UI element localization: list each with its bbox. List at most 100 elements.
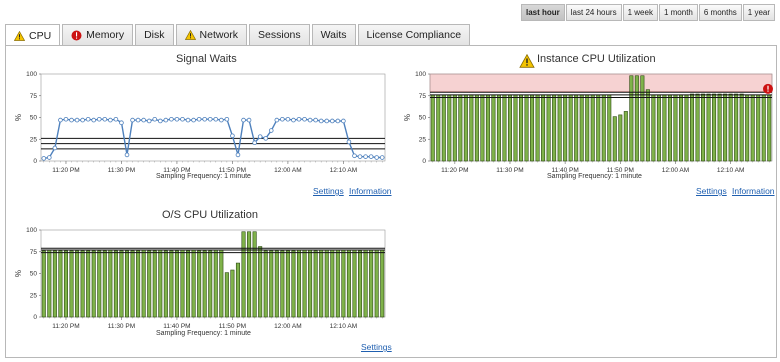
bar xyxy=(358,250,363,318)
data-point xyxy=(274,117,280,123)
range-1-week[interactable]: 1 week xyxy=(622,4,658,21)
bar xyxy=(530,94,535,162)
bar xyxy=(208,250,213,318)
data-point xyxy=(341,118,346,124)
bar xyxy=(230,269,235,318)
x-tick-label: 12:10 AM xyxy=(330,167,357,174)
y-tick-label: 75 xyxy=(419,93,427,100)
tab-network[interactable]: Network xyxy=(175,24,248,45)
bar xyxy=(645,89,650,162)
range-6-months[interactable]: 6 months xyxy=(698,4,742,21)
settings-link[interactable]: Settings xyxy=(313,186,344,196)
bar xyxy=(202,250,207,318)
data-point xyxy=(219,117,224,123)
sampling-frequency: Sampling Frequency: 1 minute xyxy=(547,173,642,180)
data-point xyxy=(252,140,257,146)
data-point xyxy=(318,118,324,124)
bar xyxy=(258,246,263,318)
bar xyxy=(274,250,279,318)
bar xyxy=(739,93,744,162)
bar xyxy=(374,249,379,318)
bar xyxy=(695,93,700,162)
range-last-24-hours[interactable]: last 24 hours xyxy=(565,4,622,21)
bar xyxy=(269,250,274,318)
tab-sessions[interactable]: Sessions xyxy=(249,24,310,45)
data-point xyxy=(96,116,102,122)
bar xyxy=(52,250,57,318)
bar xyxy=(58,250,63,318)
data-point xyxy=(196,116,202,122)
data-point xyxy=(169,116,174,122)
y-tick-label: 100 xyxy=(415,71,426,78)
bar xyxy=(191,249,196,318)
y-tick-label: 75 xyxy=(30,249,38,256)
data-point xyxy=(180,116,185,122)
data-point xyxy=(191,117,196,123)
range-1-month[interactable]: 1 month xyxy=(658,4,698,21)
tab-license-compliance[interactable]: License Compliance xyxy=(357,24,471,45)
data-point xyxy=(329,118,335,124)
tab-memory[interactable]: Memory xyxy=(62,24,134,45)
bar xyxy=(335,249,340,318)
sampling-frequency: Sampling Frequency: 1 minute xyxy=(156,330,251,337)
data-point xyxy=(246,117,252,123)
data-point xyxy=(108,117,113,123)
tab-disk[interactable]: Disk xyxy=(135,24,174,45)
data-point xyxy=(119,120,124,126)
data-point xyxy=(363,154,368,159)
tab-waits[interactable]: Waits xyxy=(311,24,356,45)
bar xyxy=(612,116,617,162)
data-point xyxy=(58,117,63,123)
bar xyxy=(717,93,722,162)
bar xyxy=(436,94,441,162)
data-point xyxy=(379,155,385,160)
bar xyxy=(313,250,318,318)
bar xyxy=(574,94,579,162)
data-point xyxy=(346,139,352,145)
data-point xyxy=(163,117,169,123)
bar xyxy=(640,75,645,162)
bar xyxy=(601,94,606,162)
x-tick-label: 12:00 AM xyxy=(274,323,301,330)
y-tick-label: 50 xyxy=(30,115,38,122)
bar xyxy=(734,93,739,162)
cpu-panel: Signal Waits 0 25 50 75 100% 11:20 PM 11:30 PM… xyxy=(5,45,777,358)
x-tick-label: 12:10 AM xyxy=(717,167,744,174)
bar xyxy=(507,94,512,162)
tab-cpu[interactable]: CPU xyxy=(5,24,61,46)
y-tick-label: 0 xyxy=(422,158,426,165)
bar xyxy=(158,249,163,318)
data-point xyxy=(113,116,119,122)
x-tick-label: 11:20 PM xyxy=(52,167,79,174)
bar xyxy=(102,250,107,318)
sampling-frequency: Sampling Frequency: 1 minute xyxy=(156,173,251,180)
settings-link[interactable]: Settings xyxy=(696,186,727,196)
data-point xyxy=(291,117,296,123)
range-last-hour[interactable]: last hour xyxy=(521,4,565,21)
bar xyxy=(463,94,468,162)
bar xyxy=(285,250,290,318)
range-1-year[interactable]: 1 year xyxy=(742,4,775,21)
bar xyxy=(252,231,257,318)
bar xyxy=(369,249,374,318)
data-point xyxy=(74,117,80,123)
bar xyxy=(756,94,761,162)
y-tick-label: 0 xyxy=(33,314,37,321)
data-point xyxy=(296,116,302,122)
y-tick-label: 25 xyxy=(30,292,38,299)
data-point xyxy=(268,128,274,133)
bar xyxy=(186,250,191,318)
bar xyxy=(524,94,529,162)
x-tick-label: 11:20 PM xyxy=(52,323,79,330)
bar xyxy=(363,249,368,318)
bar xyxy=(607,94,612,162)
bar xyxy=(557,94,562,162)
data-point xyxy=(230,133,235,139)
settings-link[interactable]: Settings xyxy=(361,342,392,352)
information-link[interactable]: Information xyxy=(349,186,392,196)
data-point xyxy=(302,116,307,122)
bar xyxy=(596,94,601,162)
information-link[interactable]: Information xyxy=(732,186,775,196)
bar xyxy=(302,249,307,318)
bar xyxy=(469,94,474,162)
